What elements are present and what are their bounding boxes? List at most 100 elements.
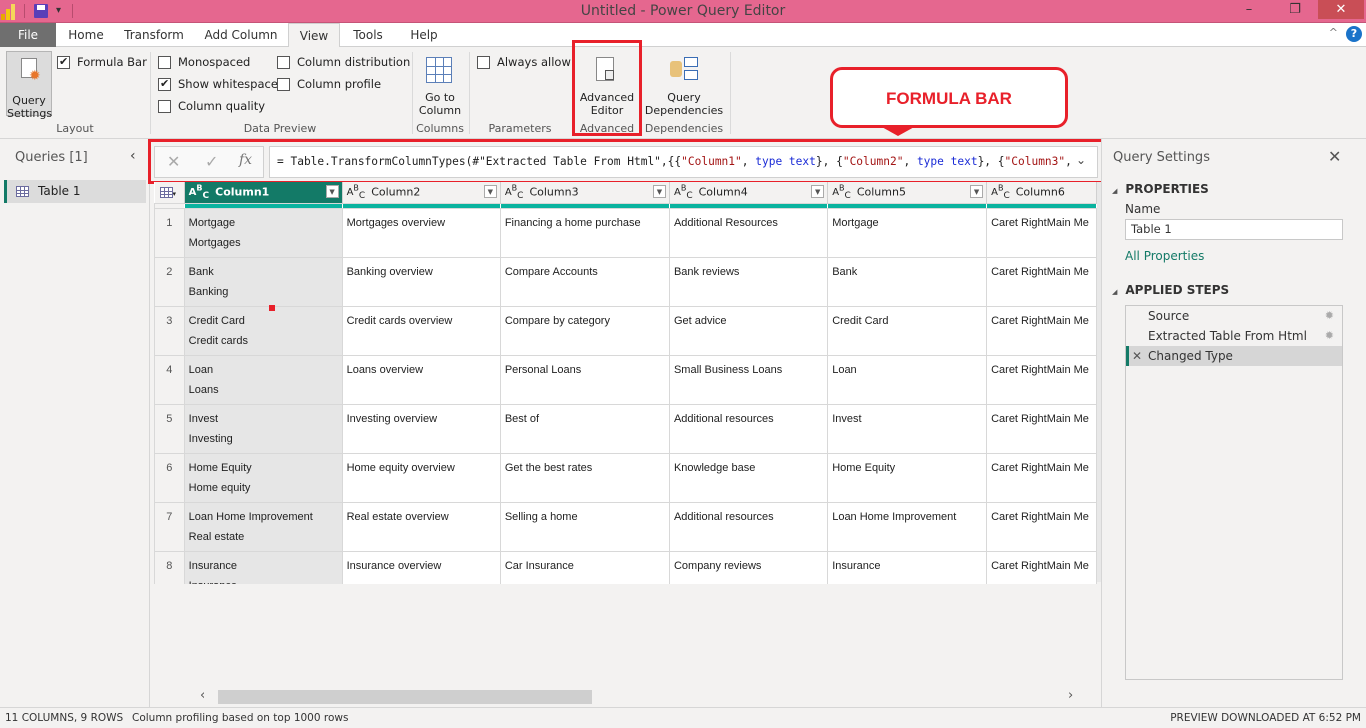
table-cell[interactable]: Caret RightMain Me [986,305,1097,356]
tab-tools[interactable]: Tools [346,23,390,47]
table-cell[interactable]: Additional Resources [668,207,829,258]
table-cell[interactable]: Credit cards overview [341,305,501,356]
table-cell[interactable]: Credit Card Credit cards [183,305,343,356]
table-cell[interactable]: Mortgage Mortgages [183,207,343,258]
tab-home[interactable]: Home [60,23,112,47]
close-button[interactable]: ✕ [1318,0,1364,19]
scroll-left-icon[interactable]: ‹ [200,688,205,703]
table-cell[interactable]: Small Business Loans [668,354,829,405]
checkbox[interactable] [277,55,290,69]
gear-icon[interactable]: ✹ [1325,306,1334,326]
gear-icon[interactable]: ✹ [1325,326,1334,346]
table-cell[interactable]: Loans overview [341,354,501,405]
table-cell[interactable]: Financing a home purchase [499,207,670,258]
table-cell[interactable]: Investing overview [341,403,501,454]
table-cell[interactable]: Insurance Insurance [183,550,343,584]
table-cell[interactable]: Get the best rates [499,452,670,503]
row-number[interactable]: 3 [154,305,185,356]
fx-icon[interactable]: fx [239,152,252,168]
table-cell[interactable]: Additional resources [668,403,829,454]
scroll-thumb[interactable] [218,690,592,704]
tab-file[interactable]: File [0,23,56,47]
column-filter-dropdown-icon[interactable]: ▼ [652,185,666,198]
delete-step-icon[interactable]: ✕ [1132,346,1142,366]
applied-steps-header[interactable]: ◢ APPLIED STEPS [1112,283,1229,297]
expand-formula-icon[interactable]: ⌄ [1076,153,1086,167]
tab-add-column[interactable]: Add Column [200,23,282,47]
column-header-3[interactable]: ABC Column3 ▼ [500,182,670,203]
collapse-ribbon-icon[interactable]: ^ [1329,26,1338,39]
table-cell[interactable]: Caret RightMain Me [986,550,1097,584]
table-cell[interactable]: Credit Card [827,305,988,356]
table-cell[interactable]: Mortgage [827,207,988,258]
table-cell[interactable]: Caret RightMain Me [986,452,1097,503]
text-type-icon[interactable]: ABC [674,184,693,201]
row-number[interactable]: 8 [154,550,185,584]
table-cell[interactable]: Company reviews [668,550,829,584]
properties-header[interactable]: ◢ PROPERTIES [1112,182,1209,196]
table-cell[interactable]: Loan Home Improvement [827,501,988,552]
table-cell[interactable]: Invest Investing [183,403,343,454]
column-quality-checkbox[interactable]: Column quality [158,99,265,113]
text-type-icon[interactable]: ABC [347,184,366,201]
text-type-icon[interactable]: ABC [991,184,1010,201]
query-name-input[interactable]: Table 1 [1125,219,1343,240]
table-cell[interactable]: Loan [827,354,988,405]
checkbox[interactable] [158,99,171,113]
monospaced-checkbox[interactable]: Monospaced [158,55,250,69]
checkbox[interactable] [477,55,490,69]
text-type-icon[interactable]: ABC [189,184,209,201]
row-number[interactable]: 1 [154,207,185,258]
step-extracted-table[interactable]: Extracted Table From Html ✹ [1126,326,1342,346]
help-icon[interactable]: ? [1346,26,1362,42]
all-properties-link[interactable]: All Properties [1125,249,1204,263]
scroll-right-icon[interactable]: › [1068,688,1073,703]
checkbox-checked[interactable] [158,77,171,91]
table-cell[interactable]: Caret RightMain Me [986,256,1097,307]
row-number[interactable]: 2 [154,256,185,307]
table-cell[interactable]: Car Insurance [499,550,670,584]
checkbox-checked[interactable] [57,55,70,69]
table-cell[interactable]: Bank [827,256,988,307]
tab-help[interactable]: Help [404,23,444,47]
table-cell[interactable]: Knowledge base [668,452,829,503]
minimize-button[interactable]: – [1226,0,1272,19]
step-changed-type[interactable]: ✕ Changed Type [1126,346,1342,366]
query-settings-button[interactable]: ✹ Query Settings [6,51,52,120]
cancel-icon[interactable]: ✕ [167,152,180,171]
table-cell[interactable]: Caret RightMain Me [986,501,1097,552]
table-cell[interactable]: Home Equity [827,452,988,503]
tab-view[interactable]: View [288,23,340,48]
column-header-4[interactable]: ABC Column4 ▼ [669,182,829,203]
restore-button[interactable]: ❐ [1272,0,1318,19]
table-cell[interactable]: Real estate overview [341,501,501,552]
table-cell[interactable]: Get advice [668,305,829,356]
column-filter-dropdown-icon[interactable]: ▼ [483,185,497,198]
column-distribution-checkbox[interactable]: Column distribution [277,55,410,69]
table-cell[interactable]: Best of [499,403,670,454]
table-cell[interactable]: Loan Loans [183,354,343,405]
table-cell[interactable]: Bank Banking [183,256,343,307]
table-menu-button[interactable]: ▾ [154,182,185,203]
column-header-1[interactable]: ABC Column1 ▼ [184,182,343,203]
column-header-5[interactable]: ABC Column5 ▼ [827,182,988,203]
table-cell[interactable]: Banking overview [341,256,501,307]
column-profile-checkbox[interactable]: Column profile [277,77,381,91]
column-filter-dropdown-icon[interactable]: ▼ [970,185,984,198]
table-cell[interactable]: Insurance [827,550,988,584]
column-filter-dropdown-icon[interactable]: ▼ [325,185,339,198]
table-cell[interactable]: Compare by category [499,305,670,356]
table-cell[interactable]: Home equity overview [341,452,501,503]
step-source[interactable]: Source ✹ [1126,306,1342,326]
show-whitespace-checkbox[interactable]: Show whitespace [158,77,278,91]
collapse-queries-icon[interactable]: ‹ [130,148,136,164]
commit-icon[interactable]: ✓ [205,152,218,171]
text-type-icon[interactable]: ABC [505,184,524,201]
text-type-icon[interactable]: ABC [832,184,851,201]
column-header-2[interactable]: ABC Column2 ▼ [342,182,501,203]
horizontal-scrollbar[interactable]: ‹ › [196,688,1086,705]
column-filter-dropdown-icon[interactable]: ▼ [811,185,825,198]
table-cell[interactable]: Insurance overview [341,550,501,584]
row-number[interactable]: 6 [154,452,185,503]
query-item-table-1[interactable]: Table 1 [4,180,146,203]
